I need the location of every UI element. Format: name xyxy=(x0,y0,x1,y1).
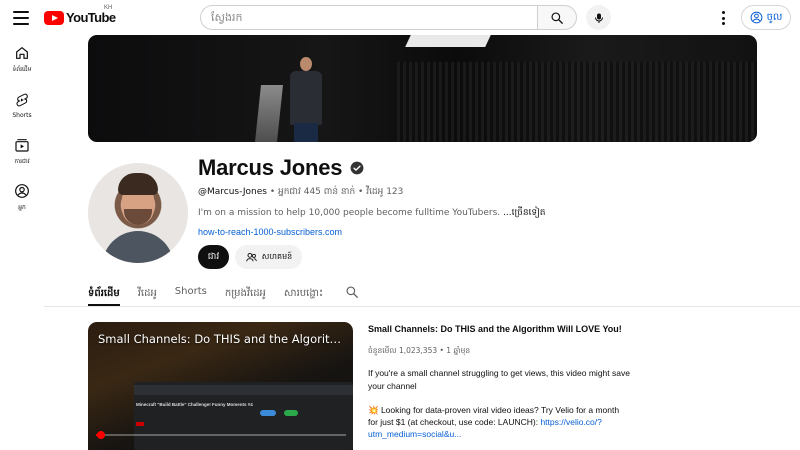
banner-speaker-head xyxy=(300,57,312,71)
banner-crowd xyxy=(397,62,757,142)
side-nav: ទំព័រដើម Shorts ការជាវ អ្នក xyxy=(0,36,44,220)
avatar-hair xyxy=(118,173,158,195)
sidebar-item-subscriptions[interactable]: ការជាវ xyxy=(0,128,44,174)
you-icon xyxy=(15,183,29,198)
player-inner-badge xyxy=(136,422,144,426)
featured-video-title[interactable]: Small Channels: Do THIS and the Algorith… xyxy=(368,324,638,334)
subscriptions-icon xyxy=(15,138,29,152)
more-options-icon[interactable] xyxy=(716,9,730,27)
sidebar-item-label: អ្នក xyxy=(18,203,26,211)
top-bar: YouTube KH ចូល xyxy=(0,0,800,36)
account-icon xyxy=(750,11,762,24)
player-title-overlay: Small Channels: Do THIS and the Algorith… xyxy=(98,332,348,346)
sidebar-item-shorts[interactable]: Shorts xyxy=(0,82,44,128)
youtube-logo-icon xyxy=(44,10,64,25)
tab-videos[interactable]: វីដេអូ xyxy=(138,280,157,306)
sign-in-button[interactable]: ចូល xyxy=(741,5,791,30)
tabs-divider xyxy=(44,306,800,307)
tab-posts[interactable]: សារបង្ហោះ xyxy=(284,280,323,306)
banner-podium xyxy=(255,85,283,142)
channel-description-text: I'm on a mission to help 10,000 people b… xyxy=(198,208,503,218)
player-progress-bar[interactable] xyxy=(96,431,346,439)
microphone-icon xyxy=(594,13,603,23)
channel-handle: @Marcus-Jones xyxy=(198,187,267,197)
sidebar-item-label: ការជាវ xyxy=(14,157,30,165)
community-label: សហគមន៍ xyxy=(261,252,293,261)
country-code: KH xyxy=(104,5,113,11)
channel-avatar[interactable] xyxy=(88,163,188,263)
channel-description[interactable]: I'm on a mission to help 10,000 people b… xyxy=(198,207,546,220)
description-more-link[interactable]: ...ច្រើនទៀត xyxy=(503,208,546,218)
shorts-icon xyxy=(16,93,28,106)
player-inner-controls xyxy=(134,385,353,395)
channel-tabs: ទំព័រដើម វីដេអូ Shorts កម្រងវីដេអូ សារបង… xyxy=(88,280,359,306)
avatar-beard xyxy=(124,209,152,225)
home-icon xyxy=(16,46,28,59)
youtube-logo[interactable]: YouTube xyxy=(44,10,116,25)
community-icon xyxy=(245,252,257,261)
player-inner-button-green xyxy=(284,410,298,416)
channel-stats: • អ្នកជាវ 445 ពាន់ នាក់ • វីដេអូ 123 xyxy=(266,187,404,197)
channel-name-text: Marcus Jones xyxy=(198,155,343,180)
voice-search-button[interactable] xyxy=(586,5,611,30)
featured-video-description: If you're a small channel struggling to … xyxy=(368,368,630,391)
sidebar-item-home[interactable]: ទំព័រដើម xyxy=(0,36,44,82)
community-button[interactable]: សហគមន៍ xyxy=(235,245,302,269)
search-icon xyxy=(346,286,359,298)
avatar-shirt xyxy=(102,231,174,263)
search-input[interactable] xyxy=(200,5,537,30)
subscribe-label: ជាវ xyxy=(207,251,220,262)
player-scrubber-handle[interactable] xyxy=(97,431,105,439)
player-inner-button-blue xyxy=(260,410,276,416)
channel-search-button[interactable] xyxy=(345,280,359,304)
banner-stage-light xyxy=(405,35,491,47)
search-button[interactable] xyxy=(537,5,577,30)
sign-in-label: ចូល xyxy=(766,12,783,23)
channel-meta: @Marcus-Jones • អ្នកជាវ 445 ពាន់ នាក់ • … xyxy=(198,186,403,199)
sidebar-item-label: Shorts xyxy=(12,111,32,119)
tab-shorts[interactable]: Shorts xyxy=(175,280,207,306)
player-inner-title: Minecraft "Build Battle" Challenge! Funn… xyxy=(136,402,253,407)
verified-badge-icon xyxy=(350,161,364,175)
channel-name: Marcus Jones xyxy=(198,155,364,181)
search-icon xyxy=(551,11,563,24)
tab-home[interactable]: ទំព័រដើម xyxy=(88,280,120,306)
search-box xyxy=(200,5,577,30)
featured-video-promo: 💥 Looking for data-proven viral video id… xyxy=(368,404,630,440)
menu-icon[interactable] xyxy=(13,11,29,25)
tab-playlists[interactable]: កម្រងវីដេអូ xyxy=(225,280,266,306)
channel-banner xyxy=(88,35,757,142)
sidebar-item-you[interactable]: អ្នក xyxy=(0,174,44,220)
featured-video-player[interactable]: Minecraft "Build Battle" Challenge! Funn… xyxy=(88,322,353,450)
featured-video-meta: ចំនួនមើល 1,023,353 • 1 ឆ្នាំមុន xyxy=(368,346,471,355)
sidebar-item-label: ទំព័រដើម xyxy=(12,65,32,73)
banner-speaker-body xyxy=(290,71,322,125)
channel-external-link[interactable]: how-to-reach-1000-subscribers.com xyxy=(198,227,342,237)
logo-text: YouTube xyxy=(66,10,116,25)
subscribe-button[interactable]: ជាវ xyxy=(198,245,229,269)
banner-speaker-legs xyxy=(294,123,318,142)
